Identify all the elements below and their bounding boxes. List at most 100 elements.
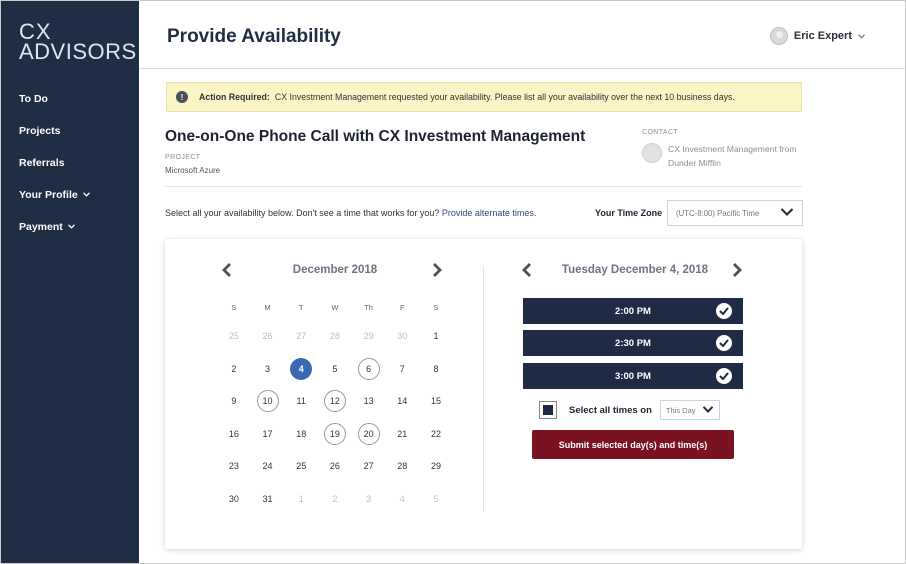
time-slot-button[interactable]: 3:00 PM bbox=[523, 363, 743, 389]
calendar-day-cell: 4 bbox=[284, 353, 318, 386]
checkmark-icon bbox=[716, 368, 732, 384]
calendar-day[interactable]: 9 bbox=[223, 390, 245, 412]
sidebar-item-todo[interactable]: To Do bbox=[19, 83, 90, 115]
sidebar-item-referrals[interactable]: Referrals bbox=[19, 147, 90, 179]
contact-label: CONTACT bbox=[642, 129, 679, 136]
provide-alternate-times-link[interactable]: Provide alternate times. bbox=[442, 208, 537, 218]
calendar-day: 2 bbox=[332, 493, 338, 504]
chevron-right-icon bbox=[433, 263, 442, 277]
calendar-day[interactable]: 21 bbox=[391, 423, 413, 445]
calendar-day[interactable]: 1 bbox=[425, 325, 447, 347]
calendar-day[interactable]: 18 bbox=[290, 423, 312, 445]
selected-date-title: Tuesday December 4, 2018 bbox=[561, 264, 709, 276]
time-slot-label: 2:30 PM bbox=[615, 337, 651, 349]
time-slot-button[interactable]: 2:30 PM bbox=[523, 330, 743, 356]
previous-month-button[interactable] bbox=[221, 262, 233, 283]
weekday-label: W bbox=[331, 302, 339, 312]
sidebar-item-payment[interactable]: Payment bbox=[19, 211, 90, 243]
calendar-day-cell: 30 bbox=[217, 483, 251, 516]
calendar-day[interactable]: 26 bbox=[324, 455, 346, 477]
calendar-day-cell: 5 bbox=[318, 353, 352, 386]
calendar-day[interactable]: 25 bbox=[290, 455, 312, 477]
calendar-day-cell: 30 bbox=[385, 320, 419, 353]
calendar-day-cell: 17 bbox=[251, 418, 285, 451]
calendar-day[interactable]: 27 bbox=[358, 455, 380, 477]
sidebar-item-your-profile[interactable]: Your Profile bbox=[19, 179, 90, 211]
calendar-grid: S M T W Th F S 25 26 27 28 29 30 1 2 3 4 5 6 7 8 9 10 11 12 13 14 1… bbox=[217, 294, 453, 515]
calendar-day[interactable]: 12 bbox=[323, 390, 346, 413]
logo[interactable]: CX ADVISORS bbox=[19, 21, 137, 63]
calendar-day[interactable]: 19 bbox=[323, 422, 346, 445]
calendar-day[interactable]: 13 bbox=[358, 390, 380, 412]
calendar-day-cell: 11 bbox=[284, 385, 318, 418]
calendar-day[interactable]: 30 bbox=[223, 488, 245, 510]
calendar-day-cell: 29 bbox=[419, 450, 453, 483]
calendar-day[interactable]: 29 bbox=[425, 455, 447, 477]
previous-day-button[interactable] bbox=[521, 262, 533, 283]
chevron-down-icon bbox=[67, 222, 75, 231]
calendar-day-cell: 21 bbox=[385, 418, 419, 451]
calendar-day-cell: 10 bbox=[251, 385, 285, 418]
sidebar: CX ADVISORS To Do Projects Referrals You… bbox=[1, 1, 139, 563]
calendar-day-cell: 3 bbox=[251, 353, 285, 386]
calendar-day[interactable]: 20 bbox=[357, 422, 380, 445]
calendar-day-cell: 28 bbox=[318, 320, 352, 353]
availability-card: December 2018 S M T W Th F S 25 26 27 28 29 30 1 2 3 4 5 6… bbox=[165, 239, 802, 549]
calendar-weekday-row: S M T W Th F S bbox=[217, 294, 453, 320]
time-slot-label: 2:00 PM bbox=[615, 305, 651, 317]
sidebar-item-label: Referrals bbox=[19, 157, 65, 169]
calendar-day-cell: 27 bbox=[284, 320, 318, 353]
weekday-label: T bbox=[298, 302, 304, 312]
calendar-day[interactable]: 5 bbox=[324, 358, 346, 380]
chevron-right-icon bbox=[733, 263, 742, 277]
calendar-day[interactable]: 31 bbox=[257, 488, 279, 510]
calendar-day-cell: 27 bbox=[352, 450, 386, 483]
calendar-day-cell: 24 bbox=[251, 450, 285, 483]
chevron-down-icon bbox=[702, 405, 714, 416]
sidebar-item-label: To Do bbox=[19, 93, 48, 105]
calendar-day[interactable]: 17 bbox=[257, 423, 279, 445]
calendar-day-cell: 14 bbox=[385, 385, 419, 418]
next-month-button[interactable] bbox=[431, 262, 443, 283]
sidebar-item-label: Projects bbox=[19, 125, 61, 137]
calendar-day[interactable]: 7 bbox=[391, 358, 413, 380]
calendar-day: 3 bbox=[366, 493, 372, 504]
calendar-day[interactable]: 6 bbox=[357, 357, 380, 380]
next-day-button[interactable] bbox=[731, 262, 743, 283]
calendar-day-cell: 2 bbox=[318, 483, 352, 516]
calendar-day[interactable]: 15 bbox=[425, 390, 447, 412]
selected-day[interactable]: 4 bbox=[290, 357, 313, 380]
calendar-day: 5 bbox=[433, 493, 439, 504]
calendar-day-cell: 3 bbox=[352, 483, 386, 516]
calendar-day[interactable]: 23 bbox=[223, 455, 245, 477]
calendar-day[interactable]: 28 bbox=[391, 455, 413, 477]
timezone-value: (UTC-8:00) Pacific Time bbox=[676, 208, 760, 218]
calendar-day: 1 bbox=[298, 493, 304, 504]
user-menu[interactable]: Eric Expert bbox=[769, 27, 865, 45]
calendar-day[interactable]: 3 bbox=[257, 358, 279, 380]
calendar-day[interactable]: 16 bbox=[223, 423, 245, 445]
select-all-checkbox[interactable] bbox=[539, 401, 557, 419]
select-scope-dropdown[interactable]: This Day bbox=[659, 400, 720, 420]
sidebar-item-projects[interactable]: Projects bbox=[19, 115, 90, 147]
calendar-day[interactable]: 24 bbox=[257, 455, 279, 477]
calendar-month-title: December 2018 bbox=[292, 264, 378, 276]
timezone-select[interactable]: (UTC-8:00) Pacific Time bbox=[667, 200, 803, 226]
instructions: Select all your availability below. Don'… bbox=[165, 208, 536, 218]
calendar-day-cell: 26 bbox=[251, 320, 285, 353]
calendar-day[interactable]: 14 bbox=[391, 390, 413, 412]
user-name: Eric Expert bbox=[793, 30, 852, 42]
calendar-day[interactable]: 11 bbox=[290, 390, 312, 412]
calendar-day[interactable]: 8 bbox=[425, 358, 447, 380]
calendar-day[interactable]: 22 bbox=[425, 423, 447, 445]
calendar-week-row: 23 24 25 26 27 28 29 bbox=[217, 450, 453, 483]
panel-divider bbox=[483, 267, 484, 511]
sidebar-item-label: Your Profile bbox=[19, 189, 78, 201]
weekday-label: S bbox=[231, 302, 237, 312]
sidebar-item-label: Payment bbox=[19, 221, 63, 233]
submit-availability-button[interactable]: Submit selected day(s) and time(s) bbox=[532, 430, 734, 459]
calendar-day[interactable]: 10 bbox=[256, 390, 279, 413]
calendar-day-cell: 28 bbox=[385, 450, 419, 483]
calendar-day[interactable]: 2 bbox=[223, 358, 245, 380]
time-slot-button[interactable]: 2:00 PM bbox=[523, 298, 743, 324]
